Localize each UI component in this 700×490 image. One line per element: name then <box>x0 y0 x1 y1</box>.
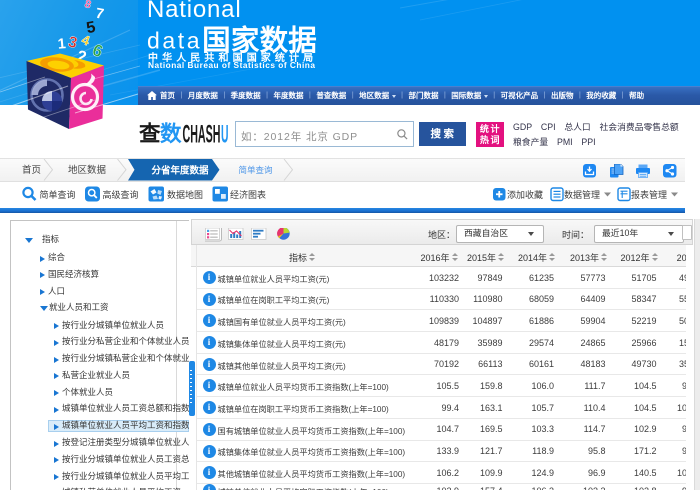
svg-text:3: 3 <box>66 33 79 52</box>
svg-text:数: 数 <box>160 122 182 146</box>
svg-text:7: 7 <box>94 6 105 23</box>
svg-text:4: 4 <box>80 32 93 49</box>
svg-text:U: U <box>221 120 229 146</box>
svg-text:查: 查 <box>139 122 161 146</box>
svg-text:1: 1 <box>57 36 66 53</box>
svg-text:6: 6 <box>90 40 106 61</box>
svg-text:分省年度数据: 分省年度数据 <box>152 164 210 176</box>
svg-text:地区数据: 地区数据 <box>68 164 107 176</box>
svg-text:8: 8 <box>83 0 92 11</box>
svg-text:CHASH: CHASH <box>183 120 221 146</box>
svg-text:简单查询: 简单查询 <box>239 165 273 175</box>
svg-text:首页: 首页 <box>22 164 41 176</box>
